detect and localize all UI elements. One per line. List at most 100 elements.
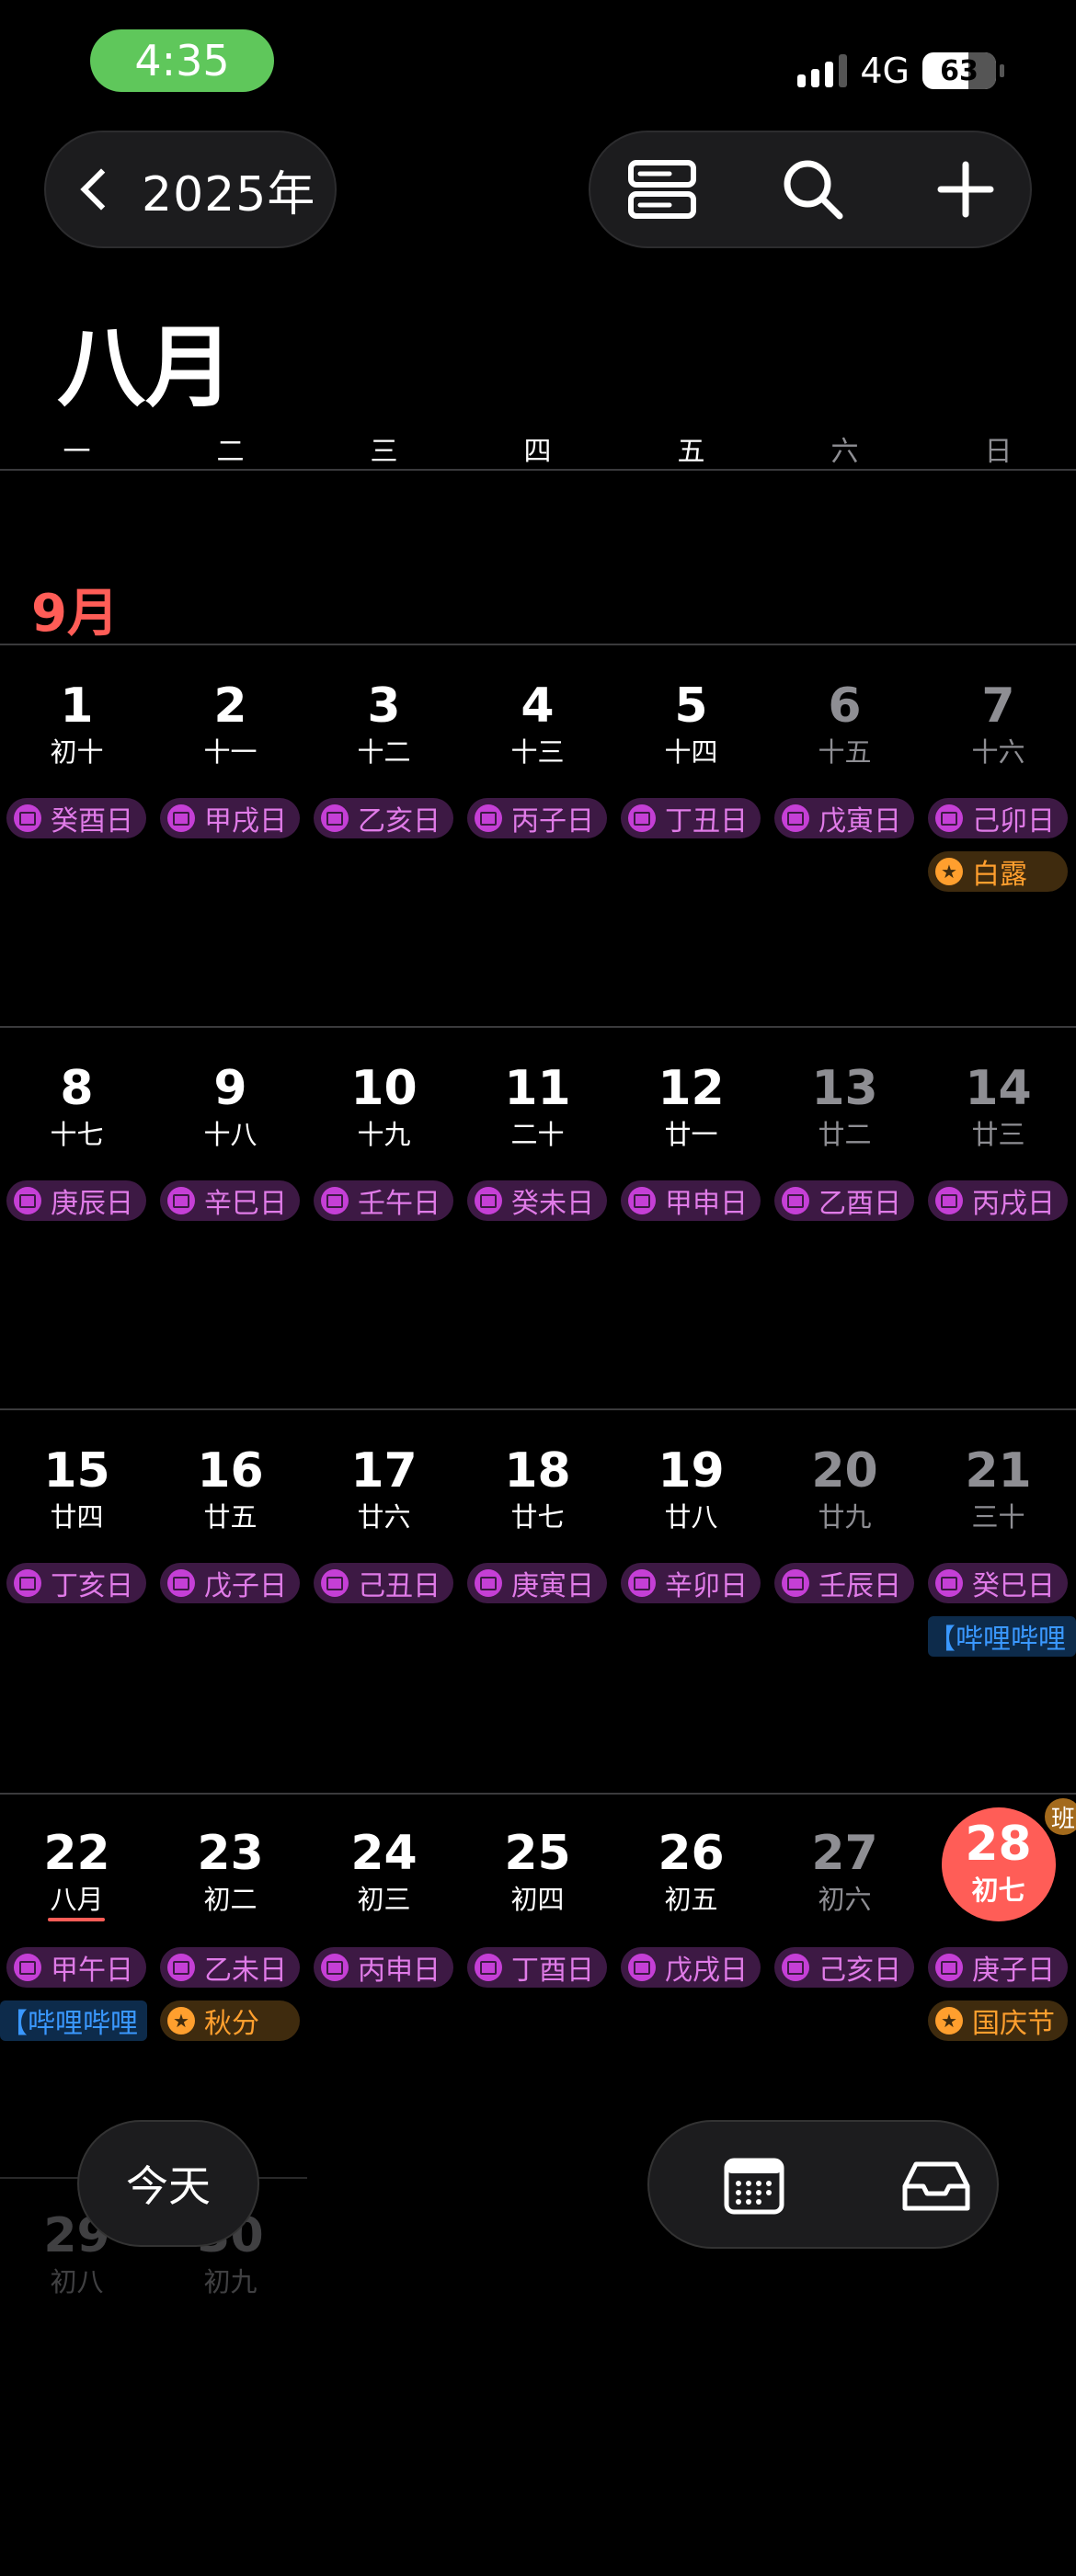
day-cell[interactable]: 25 初四 [461,1826,614,2194]
day-cell[interactable]: 17 廿六 [307,1443,461,1811]
signal-icon [797,54,848,87]
calendar-event[interactable]: 甲申日 [621,1180,761,1221]
lunar-date: 初六 [818,1884,872,1915]
status-time: 4:35 [90,29,274,92]
star-icon: ★ [167,2007,195,2035]
calendar-icon [321,1187,349,1214]
day-cell[interactable]: 19 廿八 [614,1443,768,1811]
calendar-event[interactable]: 辛巳日 [160,1180,300,1221]
calendar-icon [475,804,502,832]
inbox-button[interactable] [881,2129,991,2243]
calendar-event[interactable]: 甲戌日 [160,798,300,838]
day-cell[interactable]: 16 廿五 [154,1443,307,1811]
day-cell[interactable]: 4 十三 [461,678,614,1046]
calendar-event[interactable]: 己亥日 [774,1947,914,1988]
lunar-date: 十九 [357,1119,411,1150]
calendar-event[interactable]: 乙未日 [160,1947,300,1988]
back-to-year-button[interactable]: 2025年 [44,131,337,248]
day-cell[interactable]: 29 初八 [0,2208,154,2576]
calendar-event[interactable]: 戊寅日 [774,798,914,838]
calendar-event[interactable]: 庚寅日 [467,1563,607,1603]
bilibili-event[interactable]: 【哔哩哔哩 [0,2000,147,2041]
day-cell[interactable]: 5 十四 [614,678,768,1046]
calendar-event[interactable]: 壬辰日 [774,1563,914,1603]
bilibili-event[interactable]: 【哔哩哔哩 [928,1616,1076,1657]
calendar-event[interactable]: 乙亥日 [314,798,453,838]
day-cell[interactable]: 10 十九 [307,1061,461,1429]
day-cell[interactable]: 12 廿一 [614,1061,768,1429]
week-divider [0,1408,1076,1410]
today-button-label: 今天 [126,2161,211,2211]
today-button[interactable]: 今天 [77,2120,259,2247]
event-title: 戊戌日 [665,1955,748,1987]
calendar-event[interactable]: 己丑日 [314,1563,453,1603]
calendar-icon [321,1954,349,1981]
list-view-button[interactable] [607,132,717,246]
calendar-event[interactable]: 乙酉日 [774,1180,914,1221]
day-cell[interactable]: 6 十五 [768,678,921,1046]
status-indicators: 4G 63 [797,48,1004,94]
calendar-event[interactable]: 癸巳日 [928,1563,1068,1603]
calendar-event[interactable]: 癸未日 [467,1180,607,1221]
add-event-button[interactable] [910,132,1021,246]
calendar-icon [628,804,656,832]
holiday-event[interactable]: ★ 秋分 [160,2000,300,2041]
calendar-event[interactable]: 壬午日 [314,1180,453,1221]
week-divider [0,1026,1076,1028]
calendar-event[interactable]: 丁丑日 [621,798,761,838]
battery-level: 63 [940,54,979,87]
calendar-event[interactable]: 庚子日 [928,1947,1068,1988]
calendar-event[interactable]: 丙戌日 [928,1180,1068,1221]
day-number: 11 [504,1061,571,1116]
calendar-icon [782,1187,809,1214]
day-cell[interactable]: 24 初三 [307,1826,461,2194]
event-title: 己亥日 [818,1955,901,1987]
day-cell[interactable]: 8 十七 [0,1061,154,1429]
day-number: 3 [367,678,401,734]
event-title: 庚子日 [972,1955,1055,1987]
calendar-event[interactable]: 戊子日 [160,1563,300,1603]
day-cell[interactable]: 20 廿九 [768,1443,921,1811]
calendar-event[interactable]: 己卯日 [928,798,1068,838]
calendar-view-button[interactable] [699,2129,809,2243]
day-cell[interactable]: 30初九 [154,2208,307,2576]
calendar-icon [14,804,41,832]
day-cell[interactable]: 11 二十 [461,1061,614,1429]
lunar-date: 十三 [510,736,565,768]
event-title: 戊子日 [204,1570,287,1602]
calendar-event[interactable]: 庚辰日 [6,1180,146,1221]
calendar-event[interactable]: 丙申日 [314,1947,453,1988]
day-number: 15 [43,1443,110,1499]
holiday-event[interactable]: ★ 白露 [928,851,1068,892]
calendar-event[interactable]: 辛卯日 [621,1563,761,1603]
day-cell[interactable]: 2 十一 [154,678,307,1046]
calendar-event[interactable]: 丙子日 [467,798,607,838]
bottom-toolbar [647,2120,999,2249]
lunar-date: 三十 [971,1501,1025,1533]
lunar-date: 廿二 [818,1119,872,1150]
calendar-event[interactable]: 丁酉日 [467,1947,607,1988]
day-cell[interactable]: 18 廿七 [461,1443,614,1811]
month-section-label: 9月 [31,584,119,644]
calendar-icon [782,1954,809,1981]
network-type: 4G [860,51,910,91]
day-cell[interactable]: 15 廿四 [0,1443,154,1811]
calendar-event[interactable]: 丁亥日 [6,1563,146,1603]
day-cell[interactable]: 9 十八 [154,1061,307,1429]
calendar-icon [14,1954,41,1981]
day-cell[interactable]: 14 廿三 [921,1061,1075,1429]
day-cell[interactable]: 3 十二 [307,678,461,1046]
calendar-event[interactable]: 癸酉日 [6,798,146,838]
day-number: 18 [504,1443,571,1499]
holiday-event[interactable]: ★ 国庆节 [928,2000,1068,2041]
day-cell[interactable]: 1 初十 [0,678,154,1046]
day-cell[interactable]: 13 廿二 [768,1061,921,1429]
day-number: 20 [811,1443,878,1499]
weekday-mon: 一 [63,436,91,468]
inbox-icon [902,2161,970,2211]
calendar-event[interactable]: 甲午日 [6,1947,146,1988]
calendar-event[interactable]: 戊戌日 [621,1947,761,1988]
search-button[interactable] [758,132,868,246]
calendar-icon [14,1187,41,1214]
calendar-icon [167,1954,195,1981]
